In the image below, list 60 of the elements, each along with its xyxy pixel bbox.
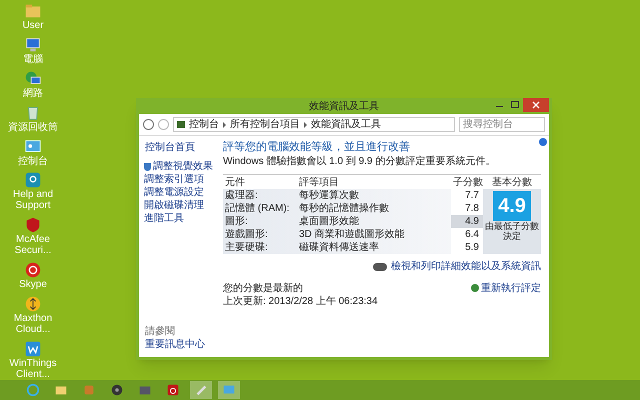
last-update-text: 上次更新: 2013/2/28 上午 06:23:34 (223, 295, 378, 308)
details-link[interactable]: 檢視和列印詳細效能以及系統資訊 (391, 259, 541, 274)
app-icon (82, 383, 96, 397)
table-cell-text: 記憶體 (RAM): (224, 202, 290, 216)
breadcrumb-separator-icon (223, 122, 226, 128)
desktop-shortcut-icon[interactable] (24, 261, 42, 280)
column-header: 評等項目 (298, 176, 340, 190)
page-heading: 評等您的電腦效能等級，並且進行改善 (223, 140, 411, 155)
search-field[interactable]: 搜尋控制台 (459, 117, 545, 132)
back-button[interactable] (143, 119, 154, 130)
forward-button[interactable] (158, 119, 169, 130)
score-status: 您的分數是最新的 (223, 282, 304, 295)
subscore-cell: 4.9 (451, 215, 483, 228)
breadcrumb-item[interactable]: 效能資訊及工具 (311, 117, 381, 132)
see-also-heading: 請參閱 (145, 325, 176, 338)
table-cell-text: 每秒的記憶體操作數 (298, 202, 390, 216)
rerun-link[interactable]: 重新執行評定 (481, 282, 541, 295)
sidebar-link[interactable]: 開啟磁碟清理 (144, 199, 204, 212)
column-header: 子分數 (452, 176, 483, 190)
table-cell-text: 每秒運算次數 (298, 188, 360, 202)
breadcrumb-item[interactable]: 控制台 (189, 117, 219, 132)
table-cell-text: 主要硬碟: (224, 240, 269, 255)
brush-icon (194, 383, 208, 397)
table-cell-text: 圖形: (224, 215, 249, 228)
close-icon (532, 101, 540, 109)
desktop-shortcut-icon[interactable] (24, 216, 42, 234)
base-score-tile: 4.9 (493, 191, 531, 221)
desktop-shortcut-icon[interactable] (24, 340, 42, 358)
maximize-button[interactable] (511, 101, 519, 108)
subscore-cell: 6.4 (451, 228, 483, 241)
control-panel-icon (177, 121, 185, 128)
table-cell-text: 遊戲圖形: (224, 228, 269, 242)
address-bar[interactable]: 控制台 所有控制台項目 效能資訊及工具 (173, 117, 455, 132)
intro-text: Windows 體驗指數會以 1.0 到 9.9 的分數評定重要系統元件。 (223, 155, 496, 169)
subscore-cell: 7.8 (451, 202, 483, 215)
subscore-cell: 7.7 (451, 189, 483, 202)
table-cell-text: 磁碟資料傳送速率 (298, 240, 380, 255)
breadcrumb-item[interactable]: 所有控制台項目 (230, 117, 300, 132)
sidebar-link[interactable]: 調整索引選項 (144, 173, 204, 186)
sidebar-link[interactable]: 進階工具 (144, 212, 184, 225)
sidebar-link[interactable]: 重要訊息中心 (145, 338, 217, 351)
desktop-shortcut-icon[interactable] (24, 171, 42, 190)
sidebar-link[interactable]: 調整視覺效果 (153, 160, 213, 173)
ring-icon (26, 383, 40, 397)
table-cell-text: 桌面圖形效能 (298, 214, 360, 228)
sidebar-link[interactable]: 調整電源設定 (144, 186, 204, 199)
base-score-note: 由最低子分數決定 (484, 221, 540, 241)
desktop-shortcut-icon[interactable] (24, 295, 42, 313)
table-cell-text: 處理器: (224, 188, 259, 202)
sidebar-link[interactable]: 控制台首頁 (145, 141, 217, 154)
subscore-cell: 5.9 (451, 241, 483, 254)
desktop-shortcut-icon[interactable] (24, 36, 42, 54)
breadcrumb-separator-icon (304, 122, 307, 128)
table-cell-text: 3D 商業和遊戲圖形效能 (298, 228, 406, 242)
column-header: 元件 (224, 176, 246, 190)
power-icon (166, 383, 180, 397)
close-button[interactable] (523, 98, 549, 112)
window-title: 效能資訊及工具 (309, 100, 379, 114)
column-header: 基本分數 (491, 176, 533, 189)
speaker-icon (110, 383, 124, 397)
